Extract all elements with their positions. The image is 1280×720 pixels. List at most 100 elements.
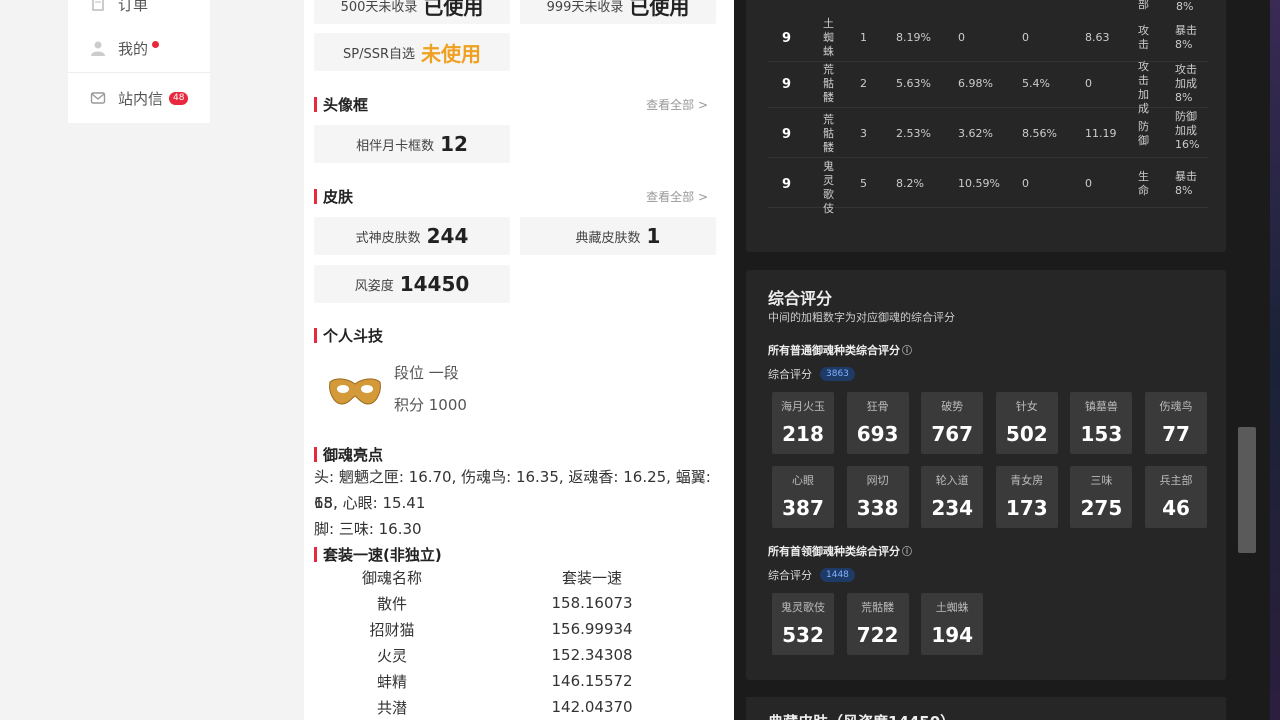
table-cell: 生命 [1138, 170, 1149, 197]
table-cell: 共潜 [377, 698, 408, 717]
score-box: 荒骷髅 722 [846, 593, 909, 655]
table-cell: 11.19 [1085, 127, 1117, 140]
card-value: 244 [426, 224, 469, 248]
table-cell: 8% [1176, 0, 1194, 13]
score-box-value: 532 [782, 623, 824, 647]
score-label: 综合评分 [768, 569, 812, 582]
score-box-value: 767 [931, 422, 974, 446]
score-box: 针女 502 [995, 392, 1058, 454]
score-box: 心眼 387 [772, 466, 834, 528]
score-box-name: 轮入道 [935, 474, 969, 487]
section-title-avatar-frame: 头像框 [314, 94, 368, 115]
score-box-value: 173 [1005, 496, 1048, 520]
score-box-name: 荒骷髅 [861, 601, 895, 614]
table-cell: 8.2% [896, 177, 924, 190]
panel-title: 典藏皮肤（风姿度14450） [768, 711, 955, 720]
score-box-name: 镇墓兽 [1084, 400, 1118, 413]
sidebar-item-label: 站内信 [118, 89, 164, 108]
table-cell: 2 [860, 77, 867, 90]
score-box-name: 破势 [941, 400, 964, 413]
table-cell: 蚌精 [377, 672, 408, 691]
account-detail-panel: 500天未收录 已使用 999天未收录 已使用 SP/SSR自选 未使用 头像框 查看… [304, 0, 734, 720]
score-box: 伤魂鸟 77 [1145, 392, 1207, 454]
user-icon [91, 41, 105, 56]
score-box-name: 伤魂鸟 [1159, 400, 1193, 413]
score-box: 土蜘蛛 194 [921, 593, 984, 655]
unread-badge: 48 [169, 91, 189, 105]
score-box-name: 针女 [1015, 400, 1038, 413]
mail-icon [90, 92, 106, 104]
card-label: 式神皮肤数 [355, 230, 421, 246]
order-icon [92, 0, 104, 11]
score-box: 青女房 173 [995, 466, 1058, 528]
header-text: 所有首领御魂种类综合评分 [768, 545, 900, 558]
info-icon[interactable]: ⓘ [902, 346, 912, 357]
table-row: 9 荒骷髅 3 2.53% 3.62% 8.56% 11.19 防御 防御加成16% [768, 110, 1208, 158]
classic-skins-panel: 典藏皮肤（风姿度14450） [746, 697, 1226, 720]
score-total-pill: 3863 [820, 367, 855, 381]
score-box-value: 338 [856, 496, 899, 520]
pvp-rank: 段位 一段 [394, 364, 459, 382]
sidebar-item-label: 我的 [118, 39, 149, 58]
table-cell: 0 [1085, 77, 1092, 90]
score-box-name: 三味 [1090, 474, 1113, 487]
table-cell: 9 [782, 127, 792, 142]
table-cell: 攻击 [1138, 24, 1149, 51]
table-row: 火灵 152.34308 [314, 642, 714, 668]
table-row: 9 荒骷髅 2 5.63% 6.98% 5.4% 0 攻击加成 攻击加成8% [768, 60, 1208, 115]
table-cell: 暴击8% [1175, 170, 1197, 197]
section-title-pvp: 个人斗技 [314, 325, 383, 346]
score-subtitle: 中间的加粗数字为对应御魂的综合评分 [768, 311, 955, 324]
table-cell: 0 [1022, 177, 1029, 190]
table-cell: 攻击加成 [1138, 60, 1149, 115]
info-icon[interactable]: ⓘ [902, 547, 912, 558]
speed-table: 御魂名称 套装一速 散件 158.16073 招财猫 156.99934 火灵 152… [314, 564, 714, 720]
score-box-name: 鬼灵歌伎 [781, 601, 825, 614]
table-cell: 8.56% [1022, 127, 1057, 140]
sidebar-item-mine[interactable]: 我的 [68, 24, 210, 72]
card-500-days: 500天未收录 已使用 [314, 0, 510, 24]
table-cell: 防御 [1138, 120, 1149, 147]
table-cell: 158.16073 [551, 594, 633, 612]
view-all-avatar-frame-link[interactable]: 查看全部 > [646, 96, 708, 113]
table-row: 共潜 142.04370 [314, 694, 714, 720]
table-row: 散件 158.16073 [314, 590, 714, 616]
table-cell: 土蜘蛛 [823, 17, 834, 58]
table-cell: 鬼灵歌伎 [823, 160, 834, 215]
table-cell: 2.53% [896, 127, 931, 140]
table-cell: 0 [958, 31, 965, 44]
score-total-pill: 1448 [820, 568, 855, 582]
card-value: 14450 [399, 272, 470, 296]
section-title-skins: 皮肤 [314, 186, 353, 207]
card-value: 12 [440, 132, 468, 156]
score-box: 镇墓兽 153 [1070, 392, 1133, 454]
normal-score-header: 所有普通御魂种类综合评分 ⓘ [768, 342, 912, 358]
card-label: 风姿度 [354, 278, 394, 294]
column-header: 套装一速 [562, 568, 623, 587]
score-box-value: 218 [782, 422, 824, 446]
leader-score-header: 所有首领御魂种类综合评分 ⓘ [768, 543, 912, 559]
table-cell: 146.15572 [551, 672, 633, 690]
table-cell: 8.19% [896, 31, 931, 44]
card-value: 未使用 [421, 41, 481, 66]
score-box-value: 46 [1162, 496, 1190, 520]
card-style-score: 风姿度 14450 [314, 265, 510, 303]
table-cell: 0 [1085, 177, 1092, 190]
score-box: 三味 275 [1070, 466, 1133, 528]
table-cell: 散件 [377, 594, 408, 613]
card-avatar-frame-count: 相伴月卡框数 12 [314, 125, 510, 163]
sidebar-item-messages[interactable]: 站内信 48 [68, 74, 210, 122]
divider [68, 72, 210, 73]
card-label: 999天未收录 [546, 0, 624, 15]
scrollbar-thumb[interactable] [1238, 427, 1256, 553]
score-box-value: 153 [1080, 422, 1123, 446]
view-all-skins-link[interactable]: 查看全部 > [646, 188, 708, 205]
leader-score-line: 综合评分 1448 [768, 567, 855, 583]
table-row: 9 土蜘蛛 1 8.19% 0 0 8.63 攻击 暴击8% [768, 14, 1208, 62]
highlight-line: 68, 心眼: 15.41 [314, 494, 426, 512]
side-nav: 订单 我的 站内信 48 [68, 0, 210, 123]
score-box: 兵主部 46 [1145, 466, 1207, 528]
table-cell: 152.34308 [551, 646, 633, 664]
score-box-value: 275 [1080, 496, 1123, 520]
score-box-value: 722 [856, 623, 899, 647]
